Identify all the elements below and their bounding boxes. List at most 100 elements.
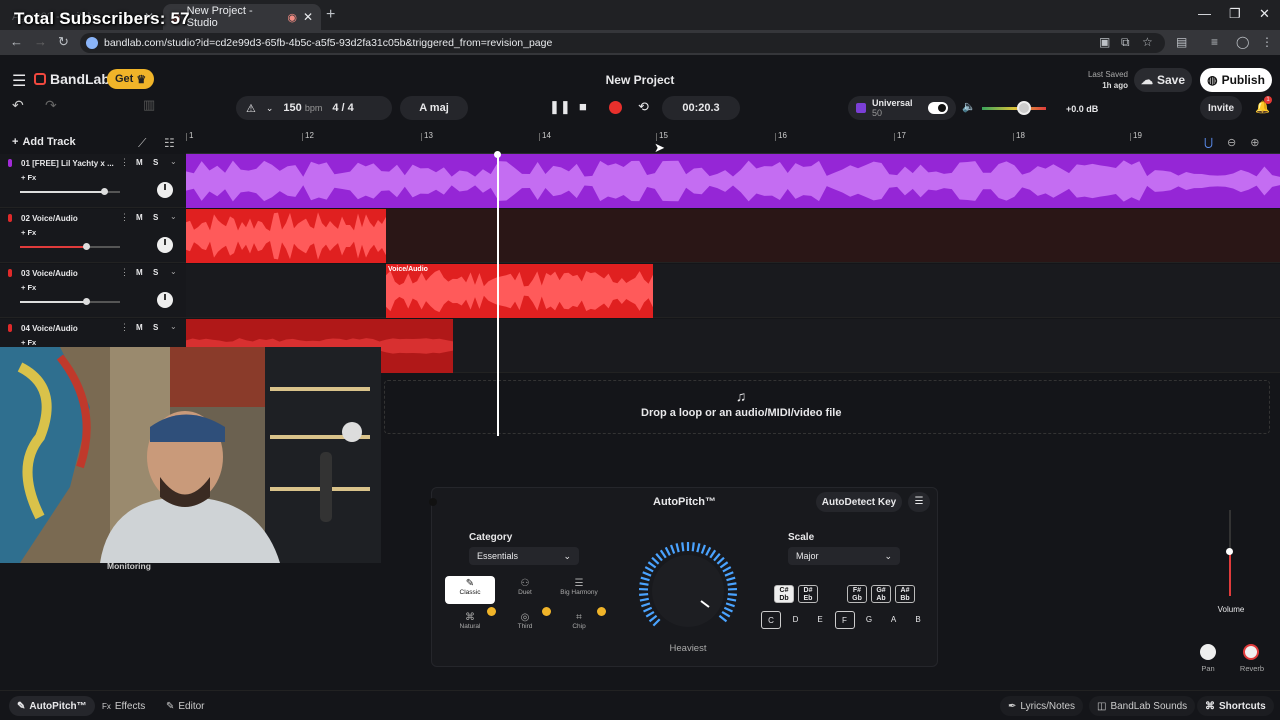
url-field[interactable]: bandlab.com/studio?id=cd2e99d3-65fb-4b5c… [80, 33, 1165, 53]
track-volume-slider[interactable] [20, 188, 120, 195]
tab-autopitch[interactable]: ✎ AutoPitch™ [9, 696, 95, 716]
natural-key-button[interactable]: E [810, 611, 830, 629]
hamburger-menu-icon[interactable]: ☰ [12, 71, 26, 91]
get-membership-button[interactable]: Get ♛ [107, 69, 155, 89]
maximize-icon[interactable]: ❐ [1229, 6, 1241, 22]
menu-dots-icon[interactable]: ⋮ [1261, 35, 1273, 49]
more-options-icon[interactable]: ⋮ [120, 157, 129, 168]
chevron-down-icon[interactable]: ⌄ [266, 103, 274, 114]
mute-button[interactable]: M [136, 268, 143, 277]
universal-toggle[interactable] [928, 102, 948, 114]
track-volume-handle[interactable] [83, 243, 90, 250]
mixer-settings-icon[interactable]: ☷ [164, 136, 175, 150]
audio-clip[interactable]: Voice/Audio [386, 264, 653, 318]
pan-knob[interactable] [1200, 644, 1216, 660]
sharp-key-button[interactable]: C# Db [774, 585, 794, 603]
save-button[interactable]: ☁ Save [1134, 68, 1192, 92]
more-options-icon[interactable]: ⋮ [120, 322, 129, 333]
master-volume-slider[interactable] [982, 107, 1046, 110]
bandlab-sounds-button[interactable]: ◫ BandLab Sounds [1089, 696, 1196, 716]
record-button[interactable] [609, 101, 622, 114]
media-icon[interactable]: ≡ [1211, 35, 1218, 49]
site-info-icon[interactable] [86, 37, 98, 49]
autodetect-key-button[interactable]: AutoDetect Key [816, 492, 902, 512]
master-volume-knob[interactable] [1017, 101, 1031, 115]
tab-effects[interactable]: Fx Effects [94, 696, 153, 716]
zoom-in-icon[interactable]: ⊕ [1250, 136, 1259, 149]
add-fx-button[interactable]: + Fx [21, 228, 36, 237]
more-options-icon[interactable]: ⋮ [120, 212, 129, 223]
forward-icon[interactable]: → [34, 34, 47, 49]
natural-key-button[interactable]: F [834, 611, 855, 629]
add-fx-button[interactable]: + Fx [21, 173, 36, 182]
chevron-down-icon[interactable]: ⌄ [170, 212, 177, 221]
scale-select[interactable]: Major ⌄ [788, 547, 900, 565]
track-header[interactable]: 03 Voice/Audio ⋮ M S ⌄ + Fx [0, 264, 186, 318]
profile-icon[interactable]: ◯ [1236, 35, 1249, 49]
universal-preset[interactable]: Universal 50 [848, 96, 956, 120]
add-fx-button[interactable]: + Fx [21, 283, 36, 292]
reverb-knob[interactable] [1243, 644, 1259, 660]
pan-knob[interactable] [157, 237, 173, 253]
more-options-icon[interactable]: ⋮ [120, 267, 129, 278]
key-selector[interactable]: A maj [400, 96, 468, 120]
volume-handle[interactable] [1226, 548, 1233, 555]
category-select[interactable]: Essentials ⌄ [469, 547, 579, 565]
audio-clip[interactable] [186, 209, 386, 263]
bandlab-logo[interactable]: BandLab [34, 71, 110, 87]
lyrics-notes-button[interactable]: ✒ Lyrics/Notes [1000, 696, 1084, 716]
new-tab-icon[interactable]: + [326, 6, 335, 24]
stop-icon[interactable]: ■ [579, 99, 587, 114]
invite-button[interactable]: Invite [1200, 96, 1242, 120]
mute-button[interactable]: M [136, 213, 143, 222]
audio-clip[interactable] [186, 154, 1280, 208]
tab-editor[interactable]: ✎ Editor [158, 696, 213, 716]
reload-icon[interactable]: ↻ [58, 34, 69, 50]
chevron-down-icon[interactable]: ⌄ [170, 157, 177, 166]
chevron-down-icon[interactable]: ⌄ [170, 322, 177, 331]
bpm-field[interactable]: 150 bpm [283, 102, 322, 114]
playhead-handle[interactable] [494, 151, 501, 158]
metronome-icon[interactable]: ⚠ [246, 102, 256, 115]
monitoring-label[interactable]: Monitoring [107, 561, 151, 571]
midi-keyboard-icon[interactable]: ▥ [143, 97, 155, 113]
sharp-key-button[interactable]: G# Ab [871, 585, 891, 603]
close-window-icon[interactable]: ✕ [1259, 6, 1270, 22]
track-lane[interactable]: Voice/Audio [186, 264, 1280, 318]
tempo-timesig-control[interactable]: ⚠ ⌄ 150 bpm 4 / 4 [236, 96, 392, 120]
preset-chip[interactable]: ⌗ Chip [554, 610, 604, 638]
magnet-icon[interactable]: ⋃ [1204, 136, 1213, 149]
pause-icon[interactable]: ❚❚ [549, 99, 571, 115]
cast-icon[interactable]: ⧉ [1121, 35, 1130, 50]
close-icon[interactable]: ✕ [303, 10, 313, 24]
natural-key-button[interactable]: G [859, 611, 879, 629]
shortcuts-button[interactable]: ⌘ Shortcuts [1197, 696, 1274, 716]
track-name[interactable]: 04 Voice/Audio [21, 324, 117, 333]
solo-button[interactable]: S [153, 158, 158, 167]
track-volume-fader[interactable]: Volume [1209, 510, 1253, 620]
solo-button[interactable]: S [153, 323, 158, 332]
track-volume-handle[interactable] [101, 188, 108, 195]
track-name[interactable]: 02 Voice/Audio [21, 214, 117, 223]
mute-button[interactable]: M [136, 323, 143, 332]
solo-button[interactable]: S [153, 268, 158, 277]
chevron-down-icon[interactable]: ⌄ [170, 267, 177, 276]
project-title[interactable]: New Project [540, 73, 740, 87]
sliders-icon[interactable]: ☰ [908, 492, 930, 512]
track-lane[interactable] [186, 154, 1280, 208]
natural-key-button[interactable]: A [884, 611, 904, 629]
add-track-button[interactable]: + Add Track [12, 136, 76, 148]
bookmark-star-icon[interactable]: ☆ [1142, 35, 1153, 49]
loop-icon[interactable]: ⟲ [638, 99, 649, 115]
track-volume-slider[interactable] [20, 298, 120, 305]
autopitch-amount-dial[interactable] [631, 537, 745, 637]
track-name[interactable]: 03 Voice/Audio [21, 269, 117, 278]
wand-icon[interactable]: ⟋ [138, 136, 146, 151]
preset-classic[interactable]: ✎ Classic [445, 576, 495, 604]
redo-icon[interactable]: ↷ [45, 97, 57, 114]
natural-key-button[interactable]: B [908, 611, 928, 629]
mute-button[interactable]: M [136, 158, 143, 167]
track-name[interactable]: 01 [FREE] Lil Yachty x ... [21, 159, 117, 168]
natural-key-button[interactable]: C [761, 611, 781, 629]
track-header[interactable]: 02 Voice/Audio ⋮ M S ⌄ + Fx [0, 209, 186, 263]
